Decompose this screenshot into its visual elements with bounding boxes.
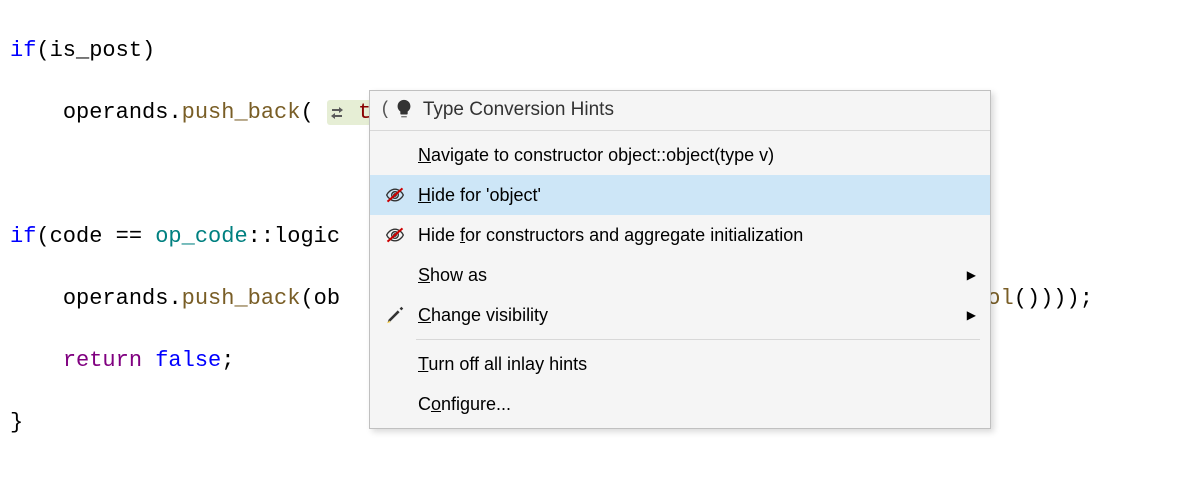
method: push_back <box>182 286 301 311</box>
label-rest: how as <box>430 265 487 285</box>
condition: (is_post) <box>36 38 155 63</box>
code: (ob <box>300 286 340 311</box>
keyword-false: false <box>142 348 221 373</box>
ident: operands <box>63 100 169 125</box>
blank-line <box>10 469 1200 500</box>
menu-item-navigate[interactable]: Navigate to constructor object::object(t… <box>370 135 990 175</box>
label-rest: avigate to constructor object::object(ty… <box>431 145 774 165</box>
label-rest: ide for 'object' <box>431 185 541 205</box>
label-rest: hange visibility <box>431 305 548 325</box>
menu-item-label: Turn off all inlay hints <box>410 355 976 373</box>
type: op_code <box>155 224 247 249</box>
menu-item-label: Hide for 'object' <box>410 186 976 204</box>
keyword-if: if <box>10 38 36 63</box>
menu-item-show-as[interactable]: Show as ▶ <box>370 255 990 295</box>
label-pre: Hide <box>418 225 460 245</box>
label-rest: or constructors and aggregate initializa… <box>465 225 803 245</box>
mnemonic: S <box>418 265 430 285</box>
mnemonic: H <box>418 185 431 205</box>
menu-item-label: Show as <box>410 266 967 284</box>
menu-item-turn-off-hints[interactable]: Turn off all inlay hints <box>370 344 990 384</box>
code: ::logic <box>248 224 340 249</box>
submenu-arrow-icon: ▶ <box>967 269 976 281</box>
eye-off-icon <box>380 185 410 205</box>
menu-item-configure[interactable]: Configure... <box>370 384 990 424</box>
code: ()))); <box>1014 286 1093 311</box>
keyword-return: return <box>63 348 142 373</box>
mnemonic: o <box>431 394 441 414</box>
label-pre: C <box>418 394 431 414</box>
mnemonic: C <box>418 305 431 325</box>
menu-item-change-visibility[interactable]: Change visibility ▶ <box>370 295 990 335</box>
submenu-arrow-icon: ▶ <box>967 309 976 321</box>
convert-icon <box>329 106 345 120</box>
method: push_back <box>182 100 301 125</box>
keyword-if: if <box>10 224 36 249</box>
lightbulb-icon <box>393 98 415 123</box>
menu-item-label: Hide for constructors and aggregate init… <box>410 226 976 244</box>
menu-item-hide-object[interactable]: Hide for 'object' <box>370 175 990 215</box>
menu-separator <box>416 339 980 340</box>
menu-item-label: Change visibility <box>410 306 967 324</box>
menu-title: Type Conversion Hints <box>421 100 614 119</box>
mnemonic: N <box>418 145 431 165</box>
context-menu: ( Type Conversion Hints Navigate to cons… <box>369 90 991 429</box>
label-rest: nfigure... <box>441 394 511 414</box>
code-line: if(is_post) <box>10 35 1200 66</box>
label-rest: urn off all inlay hints <box>428 354 587 374</box>
menu-section: Navigate to constructor object::object(t… <box>370 131 990 428</box>
highlighter-icon <box>380 304 410 326</box>
menu-item-hide-constructors[interactable]: Hide for constructors and aggregate init… <box>370 215 990 255</box>
menu-header: ( Type Conversion Hints <box>370 91 990 131</box>
eye-off-icon <box>380 225 410 245</box>
mnemonic: T <box>418 354 428 374</box>
menu-item-label: Navigate to constructor object::object(t… <box>410 146 976 164</box>
op: ; <box>221 348 234 373</box>
code: (code == <box>36 224 155 249</box>
header-open-paren: ( <box>380 101 393 119</box>
ident: operands <box>63 286 169 311</box>
paren: ( <box>300 100 326 125</box>
op: . <box>168 100 181 125</box>
menu-item-label: Configure... <box>410 395 976 413</box>
